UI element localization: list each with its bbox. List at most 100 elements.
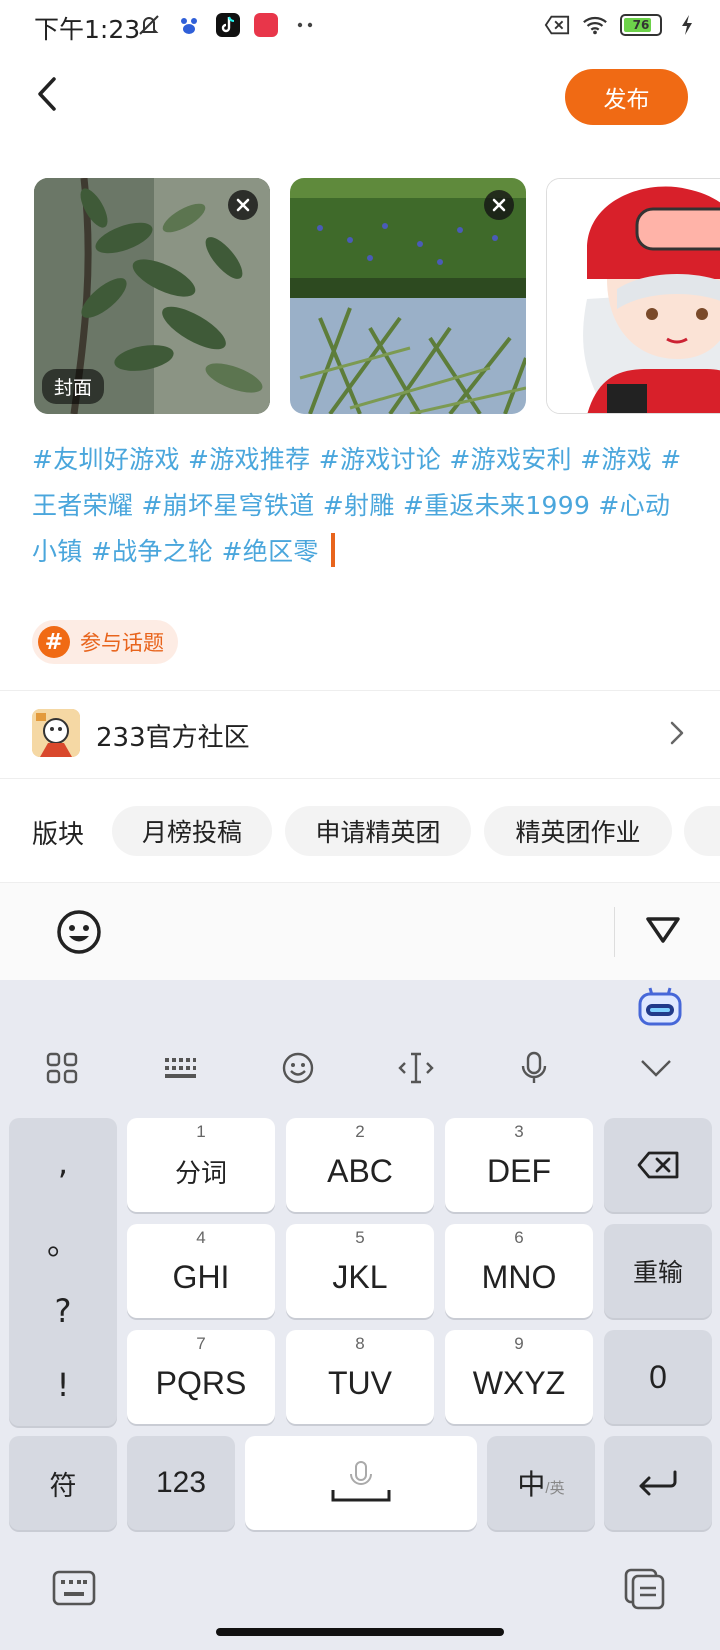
post-text-input[interactable]: #友圳好游戏 #游戏推荐 #游戏讨论 #游戏安利 #游戏 #王者荣耀 #崩坏星穹… <box>32 437 692 575</box>
smiley-icon <box>282 1052 314 1084</box>
punct-key[interactable]: ? <box>9 1292 117 1330</box>
section-pill-overflow[interactable] <box>684 806 720 856</box>
status-bar: 下午1:23 76 <box>0 0 720 54</box>
notification-icons <box>136 12 318 38</box>
tiktok-icon <box>216 13 240 37</box>
community-selector[interactable]: 233官方社区 <box>0 691 720 779</box>
text-cursor <box>330 533 335 567</box>
chevron-left-icon <box>38 77 56 111</box>
clipboard-button[interactable] <box>624 1568 666 1614</box>
wifi-icon <box>582 12 608 38</box>
app-icon <box>254 13 278 37</box>
smiley-icon <box>57 910 101 954</box>
community-avatar <box>32 709 80 757</box>
baidu-icon <box>176 12 202 38</box>
reinput-key[interactable]: 重输 <box>604 1224 712 1318</box>
join-topic-button[interactable]: # 参与话题 <box>32 620 178 664</box>
keyboard-icon <box>165 1058 196 1078</box>
divider <box>0 778 720 779</box>
hashtag[interactable]: #游戏推荐 <box>188 445 310 474</box>
section-pill[interactable]: 申请精英团 <box>285 806 471 856</box>
punctuation-column: , 。 ? ! <box>9 1118 117 1426</box>
image-strip[interactable]: 封面 <box>34 178 720 416</box>
section-pill[interactable]: 精英团作业 <box>484 806 672 856</box>
publish-button[interactable]: 发布 <box>565 69 688 125</box>
key-5[interactable]: 5 JKL <box>286 1224 434 1318</box>
emoji-panel-button[interactable] <box>280 1050 316 1086</box>
triangle-down-icon <box>646 917 680 943</box>
divider <box>614 907 615 957</box>
key-4[interactable]: 4 GHI <box>127 1224 275 1318</box>
backspace-key[interactable] <box>604 1118 712 1212</box>
numbers-key[interactable]: 123 <box>127 1436 235 1530</box>
chevron-right-icon <box>670 721 684 745</box>
language-switch-key[interactable]: 中/英 <box>487 1436 595 1530</box>
robot-assistant-icon[interactable] <box>638 986 682 1026</box>
hide-keyboard-button[interactable] <box>638 1050 674 1086</box>
community-name: 233官方社区 <box>96 723 250 753</box>
chevron-down-icon <box>641 1060 671 1077</box>
key-6[interactable]: 6 MNO <box>445 1224 593 1318</box>
keyboard-layout-button[interactable] <box>162 1050 198 1086</box>
join-topic-label: 参与话题 <box>80 631 164 655</box>
system-icons: 76 <box>544 12 700 38</box>
image-thumbnail-1[interactable]: 封面 <box>34 178 270 414</box>
remove-image-button[interactable] <box>484 190 514 220</box>
cover-label: 封面 <box>42 369 105 404</box>
apps-grid-button[interactable] <box>44 1050 80 1086</box>
remove-image-button[interactable] <box>228 190 258 220</box>
more-notifications-icon <box>292 12 318 38</box>
hashtag[interactable]: #崩坏星穹铁道 <box>141 491 314 520</box>
hashtag[interactable]: #绝区零 <box>222 537 319 566</box>
cursor-move-button[interactable] <box>398 1050 434 1086</box>
battery-icon: 76 <box>620 14 662 36</box>
key-3[interactable]: 3 DEF <box>445 1118 593 1212</box>
key-7[interactable]: 7 PQRS <box>127 1330 275 1424</box>
hashtag[interactable]: #游戏 <box>580 445 652 474</box>
clipboard-icon <box>624 1568 665 1610</box>
punct-key[interactable]: , <box>9 1144 117 1182</box>
hashtag[interactable]: #游戏讨论 <box>319 445 441 474</box>
key-9[interactable]: 9 WXYZ <box>445 1330 593 1424</box>
status-time: 下午1:23 <box>34 15 141 44</box>
keyboard-toolbar <box>0 1032 720 1102</box>
punct-key[interactable]: 。 <box>9 1218 117 1264</box>
back-button[interactable] <box>30 72 64 116</box>
section-pill[interactable]: 月榜投稿 <box>112 806 272 856</box>
space-key[interactable] <box>245 1436 477 1530</box>
key-1[interactable]: 1 分词 <box>127 1118 275 1212</box>
charging-icon <box>674 12 700 38</box>
hashtag-icon: # <box>38 626 70 658</box>
home-indicator[interactable] <box>216 1628 504 1636</box>
section-label: 版块 <box>32 820 85 850</box>
zero-key[interactable]: 0 <box>604 1330 712 1424</box>
text-cursor-icon <box>398 1052 434 1084</box>
mute-icon <box>136 12 162 38</box>
battery-level: 76 <box>632 18 650 32</box>
key-8[interactable]: 8 TUV <box>286 1330 434 1424</box>
microphone-icon <box>521 1051 547 1083</box>
image-thumbnail-2[interactable] <box>290 178 526 414</box>
space-mic-icon <box>331 1461 391 1502</box>
keyboard-icon <box>52 1570 96 1606</box>
hashtag[interactable]: #战争之轮 <box>91 537 213 566</box>
hashtag[interactable]: #重返未来1999 <box>403 491 590 520</box>
image-thumbnail-3[interactable] <box>546 178 720 414</box>
close-icon <box>492 198 506 212</box>
symbols-key[interactable]: 符 <box>9 1436 117 1530</box>
grid-icon <box>46 1052 78 1084</box>
backspace-icon <box>637 1151 679 1179</box>
hashtag[interactable]: #射雕 <box>323 491 395 520</box>
enter-icon <box>639 1470 677 1496</box>
voice-input-button[interactable] <box>516 1050 552 1086</box>
enter-key[interactable] <box>604 1436 712 1530</box>
hashtag[interactable]: #游戏安利 <box>449 445 571 474</box>
keyboard-switch-button[interactable] <box>52 1570 96 1610</box>
collapse-keyboard-button[interactable] <box>644 915 682 949</box>
close-icon <box>236 198 250 212</box>
key-2[interactable]: 2 ABC <box>286 1118 434 1212</box>
section-selector: 版块 月榜投稿 申请精英团 精英团作业 <box>0 806 720 858</box>
emoji-button[interactable] <box>56 909 102 959</box>
punct-key[interactable]: ! <box>9 1366 117 1404</box>
hashtag[interactable]: #友圳好游戏 <box>32 445 180 474</box>
